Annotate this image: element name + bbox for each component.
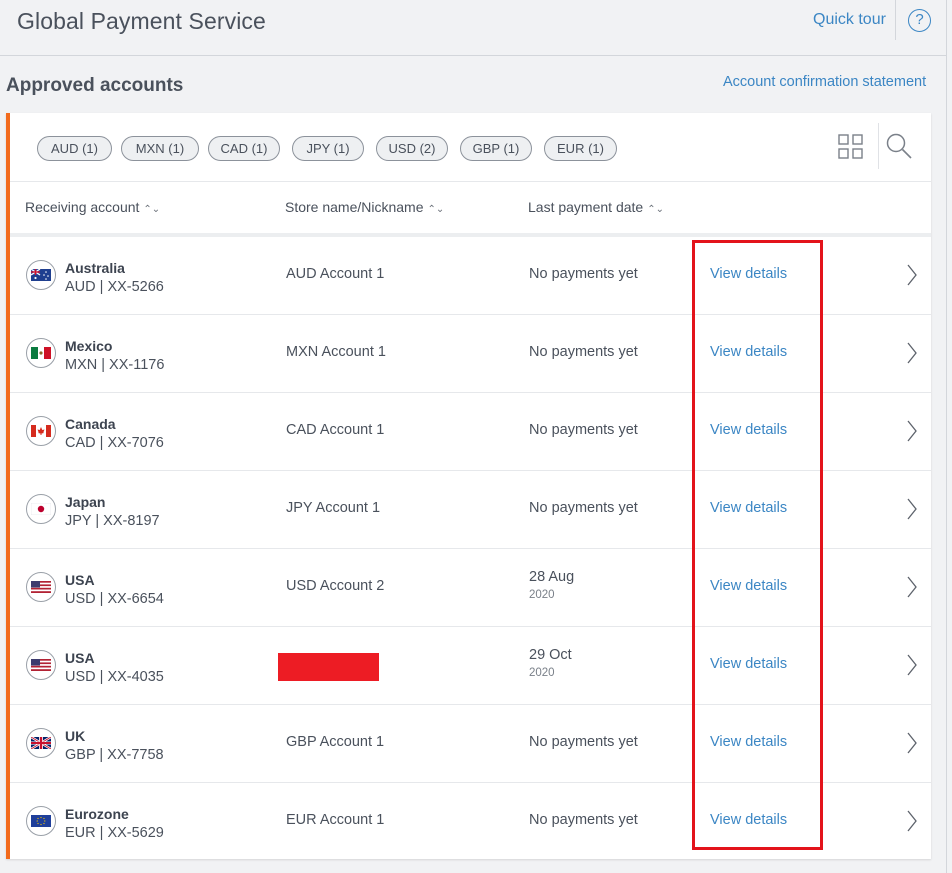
column-header-last-payment-date[interactable]: Last payment date ⌃⌄ (528, 199, 664, 215)
row-account-number: CAD | XX-7076 (65, 435, 164, 451)
view-details-link[interactable]: View details (710, 656, 787, 672)
row-last-payment-date: No payments yet (529, 266, 638, 282)
usa-flag-icon (26, 650, 56, 680)
row-last-payment-year: 2020 (529, 667, 555, 679)
row-store-name: CAD Account 1 (286, 422, 385, 438)
row-last-payment-year: 2020 (529, 589, 555, 601)
view-details-link[interactable]: View details (710, 500, 787, 516)
section-title: Approved accounts (6, 75, 184, 96)
row-account-number: AUD | XX-5266 (65, 279, 164, 295)
row-store-name: JPY Account 1 (286, 500, 381, 516)
chevron-right-icon[interactable] (906, 576, 918, 598)
accounts-card: AUD (1) MXN (1) CAD (1) JPY (1) USD (2) … (6, 113, 931, 859)
row-last-payment-date: No payments yet (529, 500, 638, 516)
mexico-flag-icon (26, 338, 56, 368)
table-row[interactable]: Japan JPY | XX-8197 JPY Account 1 No pay… (10, 471, 931, 549)
view-details-link[interactable]: View details (710, 734, 787, 750)
row-country: USA (65, 572, 95, 588)
row-last-payment-date: 28 Aug (529, 569, 575, 585)
filter-chip-mxn[interactable]: MXN (1) (121, 136, 199, 161)
row-country: USA (65, 650, 95, 666)
filter-chip-usd[interactable]: USD (2) (376, 136, 448, 161)
toolbar-divider (878, 123, 879, 169)
row-country: Canada (65, 416, 116, 432)
table-header: Receiving account ⌃⌄ Store name/Nickname ⌃… (10, 183, 931, 233)
sort-icon: ⌃⌄ (427, 204, 445, 215)
row-store-name: AUD Account 1 (286, 266, 385, 282)
sort-icon: ⌃⌄ (143, 204, 161, 215)
quick-tour-link[interactable]: Quick tour (813, 11, 886, 29)
topbar-divider (895, 0, 896, 40)
app-title: Global Payment Service (17, 8, 266, 34)
help-icon[interactable]: ? (908, 9, 931, 32)
uk-flag-icon (26, 728, 56, 758)
table-row[interactable]: Eurozone EUR | XX-5629 EUR Account 1 No … (10, 783, 931, 859)
chevron-right-icon[interactable] (906, 732, 918, 754)
table-row[interactable]: USA USD | XX-4035 29 Oct 2020 View detai… (10, 627, 931, 705)
row-country: UK (65, 728, 86, 744)
row-last-payment-date: No payments yet (529, 734, 638, 750)
row-store-name: EUR Account 1 (286, 812, 385, 828)
chevron-right-icon[interactable] (906, 654, 918, 676)
table-row[interactable]: UK GBP | XX-7758 GBP Account 1 No paymen… (10, 705, 931, 783)
currency-filter-bar: AUD (1) MXN (1) CAD (1) JPY (1) USD (2) … (10, 113, 931, 182)
filter-chip-gbp[interactable]: GBP (1) (460, 136, 532, 161)
chevron-right-icon[interactable] (906, 264, 918, 286)
row-country: Mexico (65, 338, 113, 354)
row-last-payment-date: No payments yet (529, 812, 638, 828)
row-store-name: USD Account 2 (286, 578, 385, 594)
table-row[interactable]: Canada CAD | XX-7076 CAD Account 1 No pa… (10, 393, 931, 471)
table-row[interactable]: USA USD | XX-6654 USD Account 2 28 Aug 2… (10, 549, 931, 627)
row-country: Japan (65, 494, 106, 510)
row-account-number: MXN | XX-1176 (65, 357, 165, 373)
table-row[interactable]: Mexico MXN | XX-1176 MXN Account 1 No pa… (10, 315, 931, 393)
top-bar: Global Payment Service Quick tour ? (0, 0, 952, 56)
right-edge-strip (946, 0, 952, 873)
row-store-name: GBP Account 1 (286, 734, 385, 750)
eu-flag-icon (26, 806, 56, 836)
usa-flag-icon (26, 572, 56, 602)
account-confirmation-statement-link[interactable]: Account confirmation statement (723, 74, 926, 90)
row-store-name: MXN Account 1 (286, 344, 386, 360)
row-account-number: USD | XX-4035 (65, 669, 164, 685)
column-header-receiving-account[interactable]: Receiving account ⌃⌄ (25, 199, 160, 215)
grid-view-icon[interactable] (838, 134, 864, 160)
row-last-payment-date: No payments yet (529, 422, 638, 438)
chevron-right-icon[interactable] (906, 420, 918, 442)
sort-icon: ⌃⌄ (647, 204, 664, 215)
filter-chip-cad[interactable]: CAD (1) (208, 136, 280, 161)
row-country: Australia (65, 260, 125, 276)
view-details-link[interactable]: View details (710, 422, 787, 438)
row-account-number: JPY | XX-8197 (65, 513, 160, 529)
row-account-number: EUR | XX-5629 (65, 825, 164, 841)
table-row[interactable]: Australia AUD | XX-5266 AUD Account 1 No… (10, 237, 931, 315)
view-details-link[interactable]: View details (710, 344, 787, 360)
chevron-right-icon[interactable] (906, 810, 918, 832)
australia-flag-icon (26, 260, 56, 290)
row-account-number: GBP | XX-7758 (65, 747, 164, 763)
filter-chip-aud[interactable]: AUD (1) (37, 136, 112, 161)
view-details-link[interactable]: View details (710, 266, 787, 282)
japan-flag-icon (26, 494, 56, 524)
row-last-payment-date: 29 Oct (529, 647, 572, 663)
row-country: Eurozone (65, 806, 129, 822)
row-last-payment-date: No payments yet (529, 344, 638, 360)
canada-flag-icon (26, 416, 56, 446)
view-details-link[interactable]: View details (710, 578, 787, 594)
view-details-link[interactable]: View details (710, 812, 787, 828)
row-account-number: USD | XX-6654 (65, 591, 164, 607)
chevron-right-icon[interactable] (906, 342, 918, 364)
filter-chip-jpy[interactable]: JPY (1) (292, 136, 364, 161)
filter-chip-eur[interactable]: EUR (1) (544, 136, 617, 161)
column-header-store-name[interactable]: Store name/Nickname ⌃⌄ (285, 199, 444, 215)
redacted-store-name (278, 653, 379, 681)
search-icon[interactable] (885, 132, 913, 160)
chevron-right-icon[interactable] (906, 498, 918, 520)
